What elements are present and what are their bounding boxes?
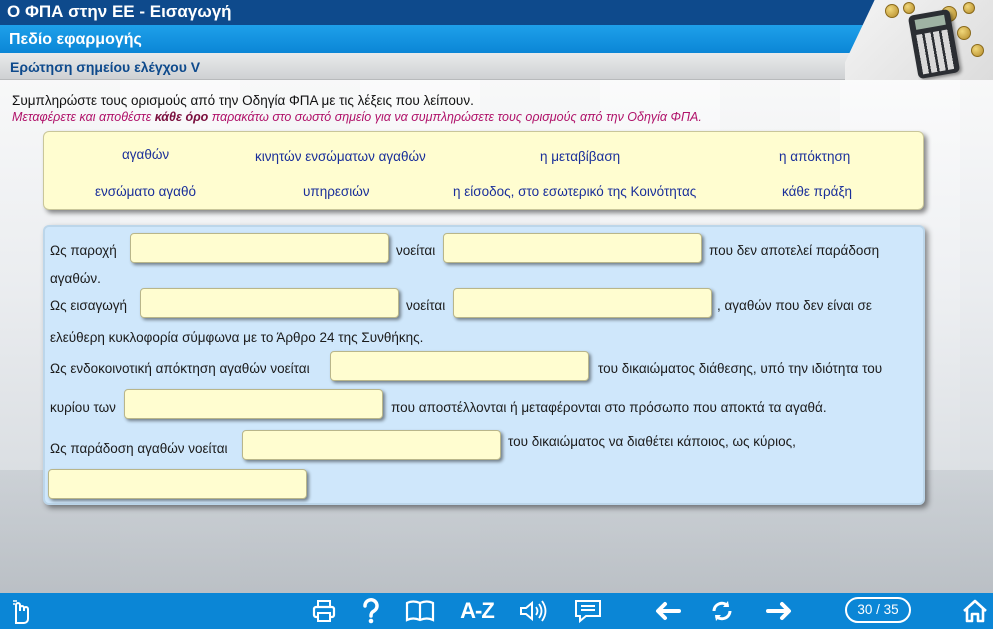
term-bank: αγαθών κινητών ενσώματων αγαθών η μεταβί… [43, 131, 924, 210]
transcript-icon[interactable] [572, 593, 604, 629]
audio-icon[interactable] [518, 593, 548, 629]
replay-icon[interactable] [707, 593, 737, 629]
forward-arrow-icon[interactable] [764, 593, 796, 629]
back-arrow-icon[interactable] [652, 593, 682, 629]
sentence-text: Ως παροχή [50, 243, 117, 258]
instruction-text: Συμπληρώστε τους ορισμούς από την Οδηγία… [12, 93, 474, 108]
instruction-hint-end: παρακάτω στο σωστό σημείο για να συμπληρ… [208, 110, 702, 124]
drop-slot[interactable] [124, 389, 383, 419]
sentence-text: του δικαιώματος να διαθέτει κάποιος, ως … [508, 434, 796, 449]
instruction-hint-start: Μεταφέρετε και αποθέστε [12, 110, 155, 124]
instruction-hint-emphasis: κάθε όρο [154, 110, 209, 124]
sentence-text: Ως παράδοση αγαθών νοείται [50, 441, 228, 456]
sentence-text: Ως ενδοκοινοτική απόκτηση αγαθών νοείται [50, 361, 310, 376]
hand-pointer-icon[interactable] [8, 593, 34, 629]
drop-slot[interactable] [443, 233, 702, 263]
course-title: Ο ΦΠΑ στην ΕΕ - Εισαγωγή [0, 0, 993, 25]
glossary-label: A-Z [460, 598, 495, 623]
sentence-text: αγαθών. [50, 271, 101, 286]
page-counter: 30 / 35 [845, 597, 911, 623]
section-title: Πεδίο εφαρμογής [0, 25, 993, 53]
home-icon[interactable] [960, 593, 990, 629]
book-icon[interactable] [404, 593, 436, 629]
draggable-term[interactable]: ενσώματο αγαθό [95, 184, 196, 199]
drop-slot[interactable] [140, 288, 399, 318]
draggable-term[interactable]: υπηρεσιών [303, 184, 370, 199]
sentence-text: νοείται [406, 298, 446, 313]
bottom-toolbar: A-Z 30 / 35 [0, 593, 993, 629]
sentence-text: του δικαιώματος διάθεσης, υπό την ιδιότη… [598, 361, 883, 376]
drop-slot[interactable] [48, 469, 307, 499]
glossary-az-icon[interactable]: A-Z [455, 593, 499, 629]
sentence-text: που δεν αποτελεί παράδοση [709, 243, 880, 258]
sentence-text: , αγαθών που δεν είναι σε [717, 298, 872, 313]
page-title: Ερώτηση σημείου ελέγχου V [0, 53, 993, 80]
help-icon[interactable] [358, 593, 384, 629]
draggable-term[interactable]: η είσοδος, στο εσωτερικό της Κοινότητας [453, 184, 696, 199]
sentence-text: κυρίου των [50, 400, 116, 415]
sentence-text: νοείται [396, 243, 436, 258]
draggable-term[interactable]: αγαθών [122, 147, 169, 162]
draggable-term[interactable]: η μεταβίβαση [540, 149, 620, 164]
sentence-text: που αποστέλλονται ή μεταφέρονται στο πρό… [391, 400, 827, 415]
drop-slot[interactable] [130, 233, 389, 263]
sentence-text: ελεύθερη κυκλοφορία σύμφωνα με το Άρθρο … [50, 330, 424, 345]
drop-slot[interactable] [330, 351, 589, 381]
draggable-term[interactable]: κινητών ενσώματων αγαθών [255, 149, 426, 164]
draggable-term[interactable]: κάθε πράξη [782, 184, 852, 199]
instruction-hint: Μεταφέρετε και αποθέστε κάθε όρο παρακάτ… [12, 110, 702, 124]
draggable-term[interactable]: η απόκτηση [779, 149, 850, 164]
drop-slot[interactable] [242, 430, 501, 460]
sentence-text: Ως εισαγωγή [50, 298, 128, 313]
drop-slot[interactable] [453, 288, 712, 318]
print-icon[interactable] [310, 593, 338, 629]
definitions-panel: Ως παροχή νοείται που δεν αποτελεί παράδ… [43, 225, 925, 505]
